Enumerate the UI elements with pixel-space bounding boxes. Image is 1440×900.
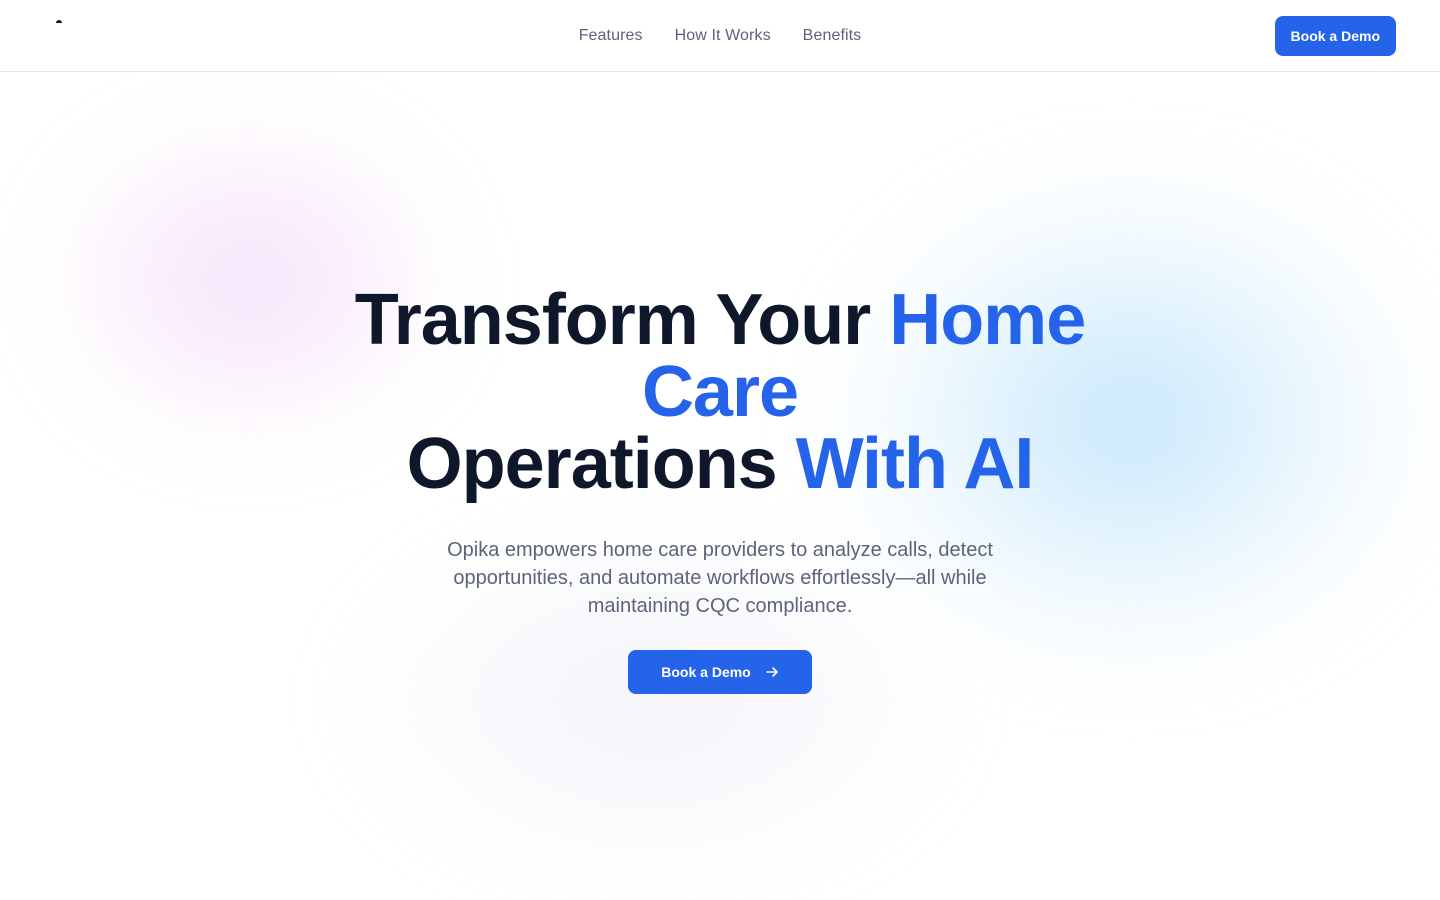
arrow-right-icon bbox=[765, 665, 779, 679]
main-nav: Features How It Works Benefits bbox=[0, 0, 1440, 72]
hero-subtitle: Opika empowers home care providers to an… bbox=[447, 539, 993, 617]
hero-title-line2-accent: Care bbox=[641, 352, 799, 432]
hero-title-line3-dark: Operations bbox=[406, 424, 796, 504]
header-book-demo-button[interactable]: Book a Demo bbox=[1274, 16, 1396, 56]
hero-title: Transform Your Home Care Operations With… bbox=[220, 284, 1220, 500]
hero-section: Transform Your Home Care Operations With… bbox=[0, 72, 1440, 900]
nav-link-benefits[interactable]: Benefits bbox=[803, 27, 862, 45]
nav-link-features[interactable]: Features bbox=[579, 27, 643, 45]
hero-cta-label: Book a Demo bbox=[661, 664, 751, 680]
hero-book-demo-button[interactable]: Book a Demo bbox=[628, 650, 812, 694]
hero-title-line3-accent: With AI bbox=[795, 424, 1035, 504]
nav-link-how-it-works[interactable]: How It Works bbox=[675, 27, 771, 45]
site-header: Features How It Works Benefits Book a De… bbox=[0, 0, 1440, 72]
landing-page: Features How It Works Benefits Book a De… bbox=[0, 0, 1440, 900]
hero-title-line1-dark: Transform Your bbox=[354, 280, 890, 360]
logo-icon[interactable] bbox=[56, 20, 64, 24]
hero-title-line1-accent: Home bbox=[889, 280, 1086, 360]
